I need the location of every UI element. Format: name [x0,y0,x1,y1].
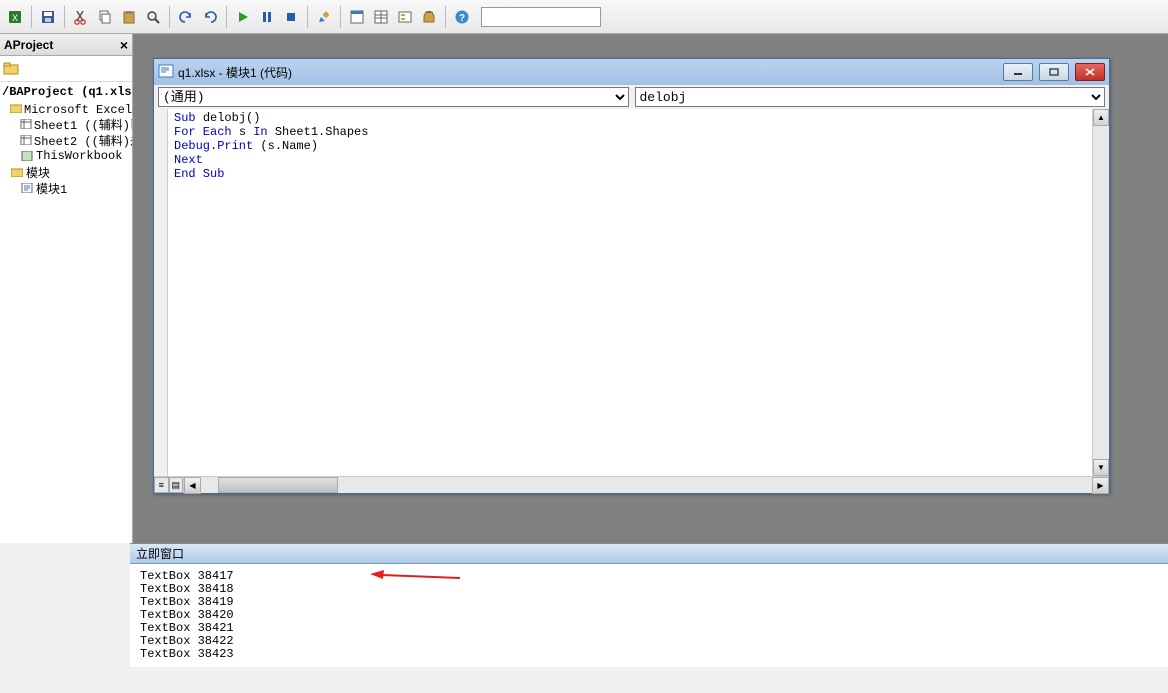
project-explorer-title-text: AProject [4,38,53,52]
maximize-button[interactable] [1039,63,1069,81]
immediate-line: TextBox 38421 [140,621,234,635]
tree-modules-folder[interactable]: 模块 [2,164,130,180]
immediate-line: TextBox 38420 [140,608,234,622]
project-explorer-icon[interactable] [346,6,368,28]
scroll-up-icon[interactable]: ▲ [1093,109,1109,126]
horizontal-scrollbar[interactable]: ◀ ▶ [184,477,1109,493]
immediate-line: TextBox 38423 [140,647,234,661]
undo-icon[interactable] [175,6,197,28]
stop-icon[interactable] [280,6,302,28]
object-browser-icon[interactable] [394,6,416,28]
code-window-icon [158,64,174,81]
close-button[interactable] [1075,63,1105,81]
module-icon [20,182,34,194]
immediate-line: TextBox 38422 [140,634,234,648]
main-toolbar: X ? [0,0,1168,34]
tree-sheet2[interactable]: Sheet2 ((辅料)未 [2,132,130,148]
folder-icon [10,166,24,178]
project-explorer-toolbar [0,56,132,82]
immediate-line: TextBox 38419 [140,595,234,609]
project-explorer-close-icon[interactable]: × [120,37,128,53]
redo-icon[interactable] [199,6,221,28]
scroll-left-icon[interactable]: ◀ [184,477,201,494]
tree-sheet1[interactable]: Sheet1 ((辅料)已 [2,116,130,132]
code-window: q1.xlsx - 模块1 (代码) (通用) delobj Sub delob… [153,58,1110,494]
immediate-window: 立即窗口 TextBox 38417 TextBox 38418 TextBox… [130,543,1168,667]
immediate-window-body[interactable]: TextBox 38417 TextBox 38418 TextBox 3841… [130,564,1168,693]
cut-icon[interactable] [70,6,92,28]
minimize-button[interactable] [1003,63,1033,81]
immediate-line: TextBox 38418 [140,582,234,596]
paste-icon[interactable] [118,6,140,28]
vertical-scrollbar[interactable]: ▲ ▼ [1092,109,1109,476]
procedure-view-icon[interactable]: ≡ [154,477,169,493]
workbook-icon [20,150,34,162]
folder-icon [10,102,22,114]
code-editor[interactable]: Sub delobj() For Each s In Sheet1.Shapes… [168,109,1092,476]
code-window-title: q1.xlsx - 模块1 (代码) [178,64,997,81]
toolbar-combo[interactable] [481,7,601,27]
tree-module1[interactable]: 模块1 [2,180,130,196]
procedure-combo[interactable]: delobj [635,87,1106,107]
properties-icon[interactable] [370,6,392,28]
tree-thisworkbook[interactable]: ThisWorkbook [2,148,130,164]
run-icon[interactable] [232,6,254,28]
immediate-window-title: 立即窗口 [130,544,1168,564]
copy-icon[interactable] [94,6,116,28]
sheet-icon [20,118,32,130]
tree-excel-objects[interactable]: Microsoft Excel 对象 [2,100,130,116]
scroll-right-icon[interactable]: ▶ [1092,477,1109,494]
toolbox-icon[interactable] [418,6,440,28]
design-mode-icon[interactable] [313,6,335,28]
code-window-titlebar[interactable]: q1.xlsx - 模块1 (代码) [154,59,1109,85]
view-excel-icon[interactable]: X [4,6,26,28]
scroll-down-icon[interactable]: ▼ [1093,459,1109,476]
scroll-thumb[interactable] [218,477,338,493]
object-combo[interactable]: (通用) [158,87,629,107]
svg-text:?: ? [459,13,465,24]
project-tree[interactable]: /BAProject (q1.xlsx) Microsoft Excel 对象 … [0,82,132,198]
red-arrow-annotation [370,570,460,586]
full-module-view-icon[interactable]: ▤ [169,477,184,493]
project-explorer: AProject × /BAProject (q1.xlsx) Microsof… [0,34,133,543]
svg-text:X: X [12,13,18,23]
help-icon[interactable]: ? [451,6,473,28]
tree-root[interactable]: /BAProject (q1.xlsx) [2,84,130,100]
immediate-line: TextBox 38417 [140,569,234,583]
mdi-area: q1.xlsx - 模块1 (代码) (通用) delobj Sub delob… [133,34,1168,543]
project-explorer-title: AProject × [0,34,132,56]
save-icon[interactable] [37,6,59,28]
pause-icon[interactable] [256,6,278,28]
view-folders-icon[interactable] [2,60,22,78]
code-margin [154,109,168,476]
sheet-icon [20,134,32,146]
find-icon[interactable] [142,6,164,28]
